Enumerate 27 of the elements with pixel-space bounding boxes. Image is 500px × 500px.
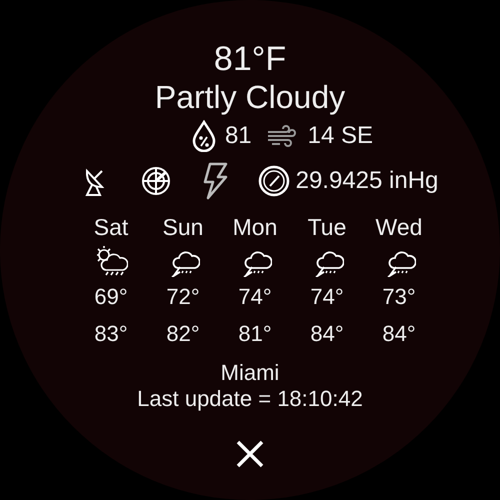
forecast-day: Tue: [308, 212, 346, 242]
partly-cloudy-rain-icon: [94, 243, 128, 277]
humidity-value: 81: [224, 122, 252, 150]
forecast-day: Mon: [232, 212, 278, 242]
close-icon[interactable]: [234, 438, 266, 470]
gauge-icon: [258, 165, 290, 197]
low-temperature: 74°: [238, 283, 272, 311]
temperature: 81°F: [214, 40, 286, 78]
forecast-day: Sat: [94, 212, 128, 242]
low-temperature: 72°: [166, 283, 200, 311]
high-temperature: 83°: [94, 320, 128, 348]
low-temperature: 74°: [310, 283, 344, 311]
high-temperature: 84°: [382, 320, 416, 348]
radar-icon[interactable]: [140, 165, 172, 197]
wind-value: 14 SE: [308, 122, 374, 150]
forecast-day: Sun: [162, 212, 204, 242]
low-temperature: 73°: [382, 283, 416, 311]
high-temperature: 84°: [310, 320, 344, 348]
forecast-day: Wed: [376, 212, 422, 242]
humidity-icon: [190, 120, 217, 152]
low-temperature: 69°: [94, 283, 128, 311]
pressure-value: 29.9425 inHg: [296, 167, 438, 195]
weather-condition: Partly Cloudy: [154, 78, 346, 116]
high-temperature: 82°: [166, 320, 200, 348]
high-temperature: 81°: [238, 320, 272, 348]
last-update-text: Last update = 18:10:42: [137, 386, 363, 412]
location-name: Miami: [220, 360, 280, 386]
